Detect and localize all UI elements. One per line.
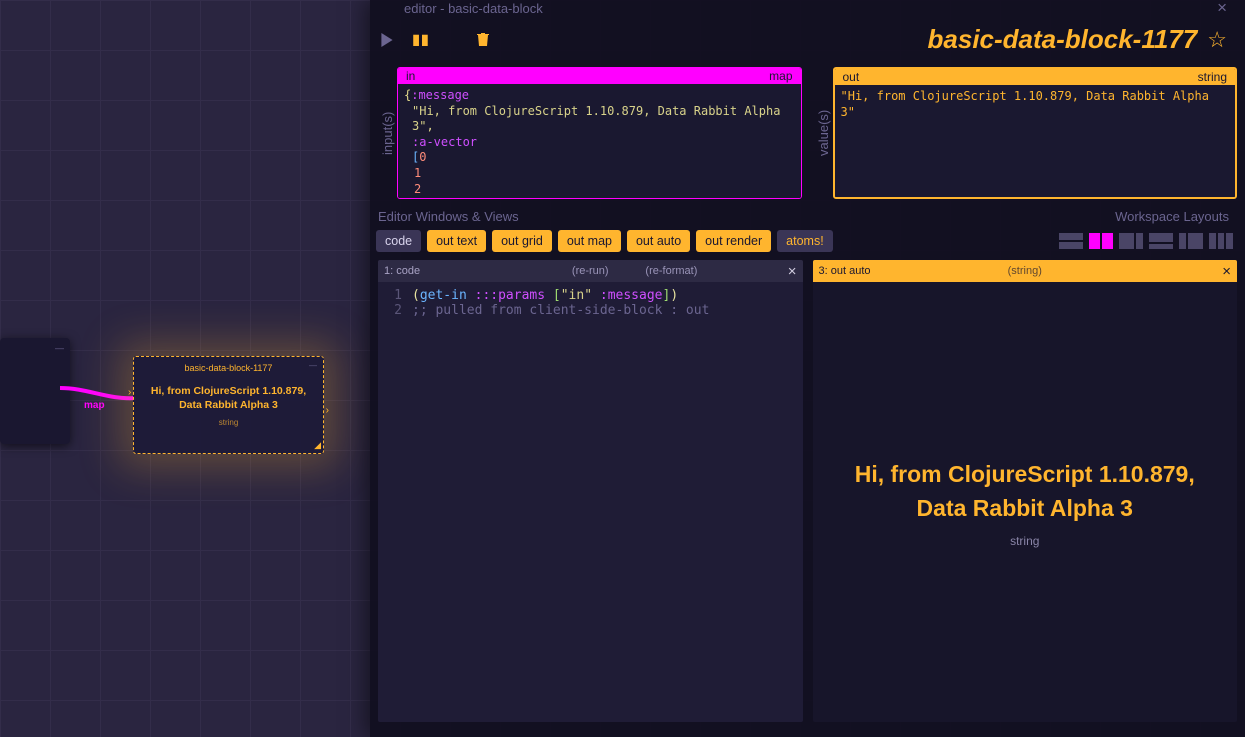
trash-icon[interactable] <box>474 31 492 49</box>
resize-handle-icon[interactable]: ◢ <box>314 440 321 451</box>
code-pane: 1: code (re-run) (re-format) × 1 (get-in… <box>378 260 803 722</box>
view-out-grid-button[interactable]: out grid <box>492 230 552 252</box>
rerun-button[interactable]: (re-run) <box>572 265 609 277</box>
layout-right-big-icon[interactable] <box>1179 233 1203 249</box>
layout-top-big-icon[interactable] <box>1149 233 1173 249</box>
star-icon[interactable]: ☆ <box>1207 27 1227 53</box>
layout-split-v-icon[interactable] <box>1089 233 1113 249</box>
output-type: string <box>1198 70 1227 84</box>
code-editor[interactable]: 1 (get-in :::params ["in" :message]) 2 ;… <box>378 282 803 722</box>
line-number: 1 <box>378 288 412 303</box>
node-type-label: string <box>140 418 317 427</box>
editor-panel: editor - basic-data-block × ▮▮ basic-dat… <box>370 0 1245 737</box>
auto-output-message: Hi, from ClojureScript 1.10.879, Data Ra… <box>833 457 1218 526</box>
layout-stacked-icon[interactable] <box>1059 233 1083 249</box>
input-box[interactable]: in map {:message "Hi, from ClojureScript… <box>397 67 802 199</box>
play-icon[interactable] <box>378 31 396 49</box>
view-out-render-button[interactable]: out render <box>696 230 771 252</box>
view-out-auto-button[interactable]: out auto <box>627 230 690 252</box>
close-pane-icon[interactable]: × <box>788 263 797 280</box>
close-panel-icon[interactable]: × <box>1217 0 1227 18</box>
view-out-map-button[interactable]: out map <box>558 230 621 252</box>
auto-pane-title: 3: out auto <box>819 265 871 277</box>
layout-left-big-icon[interactable] <box>1119 233 1143 249</box>
input-port-icon[interactable]: › <box>128 387 131 398</box>
minimize-icon[interactable]: — <box>309 361 317 370</box>
output-body: "Hi, from ClojureScript 1.10.879, Data R… <box>835 85 1236 197</box>
close-pane-icon[interactable]: × <box>1222 263 1231 280</box>
edge-type-label: map <box>84 400 105 411</box>
auto-output-body: Hi, from ClojureScript 1.10.879, Data Ra… <box>813 282 1238 722</box>
output-name: out <box>843 70 860 84</box>
auto-output-type: string <box>1010 534 1039 548</box>
view-atoms-button[interactable]: atoms! <box>777 230 833 252</box>
auto-pane-header: 3: out auto (string) × <box>813 260 1238 282</box>
layouts-section-label: Workspace Layouts <box>1115 209 1229 224</box>
code-pane-title: 1: code <box>384 265 420 277</box>
canvas-selected-node[interactable]: — basic-data-block-1177 Hi, from Clojure… <box>133 356 324 454</box>
node-preview-text: Hi, from ClojureScript 1.10.879, Data Ra… <box>140 385 317 412</box>
pause-icon[interactable]: ▮▮ <box>412 31 430 49</box>
node-title: basic-data-block-1177 <box>140 363 317 373</box>
input-name: in <box>406 69 415 83</box>
view-code-button[interactable]: code <box>376 230 421 252</box>
line-number: 2 <box>378 303 412 318</box>
view-out-text-button[interactable]: out text <box>427 230 486 252</box>
auto-pane-type: (string) <box>1008 265 1042 277</box>
reformat-button[interactable]: (re-format) <box>645 265 697 277</box>
output-box[interactable]: out string "Hi, from ClojureScript 1.10.… <box>833 67 1238 199</box>
block-title: basic-data-block-1177 <box>492 24 1207 55</box>
panel-header-title: editor - basic-data-block <box>404 1 543 16</box>
output-port-icon[interactable]: › <box>326 405 329 416</box>
minimize-icon[interactable]: — <box>55 343 64 353</box>
layout-triple-icon[interactable] <box>1209 233 1233 249</box>
inputs-label: input(s) <box>378 67 397 199</box>
code-pane-header: 1: code (re-run) (re-format) × <box>378 260 803 282</box>
auto-pane: 3: out auto (string) × Hi, from ClojureS… <box>813 260 1238 722</box>
input-body: {:message "Hi, from ClojureScript 1.10.8… <box>398 84 801 198</box>
input-type: map <box>769 69 792 83</box>
views-section-label: Editor Windows & Views <box>378 209 519 224</box>
values-label: value(s) <box>814 67 833 199</box>
